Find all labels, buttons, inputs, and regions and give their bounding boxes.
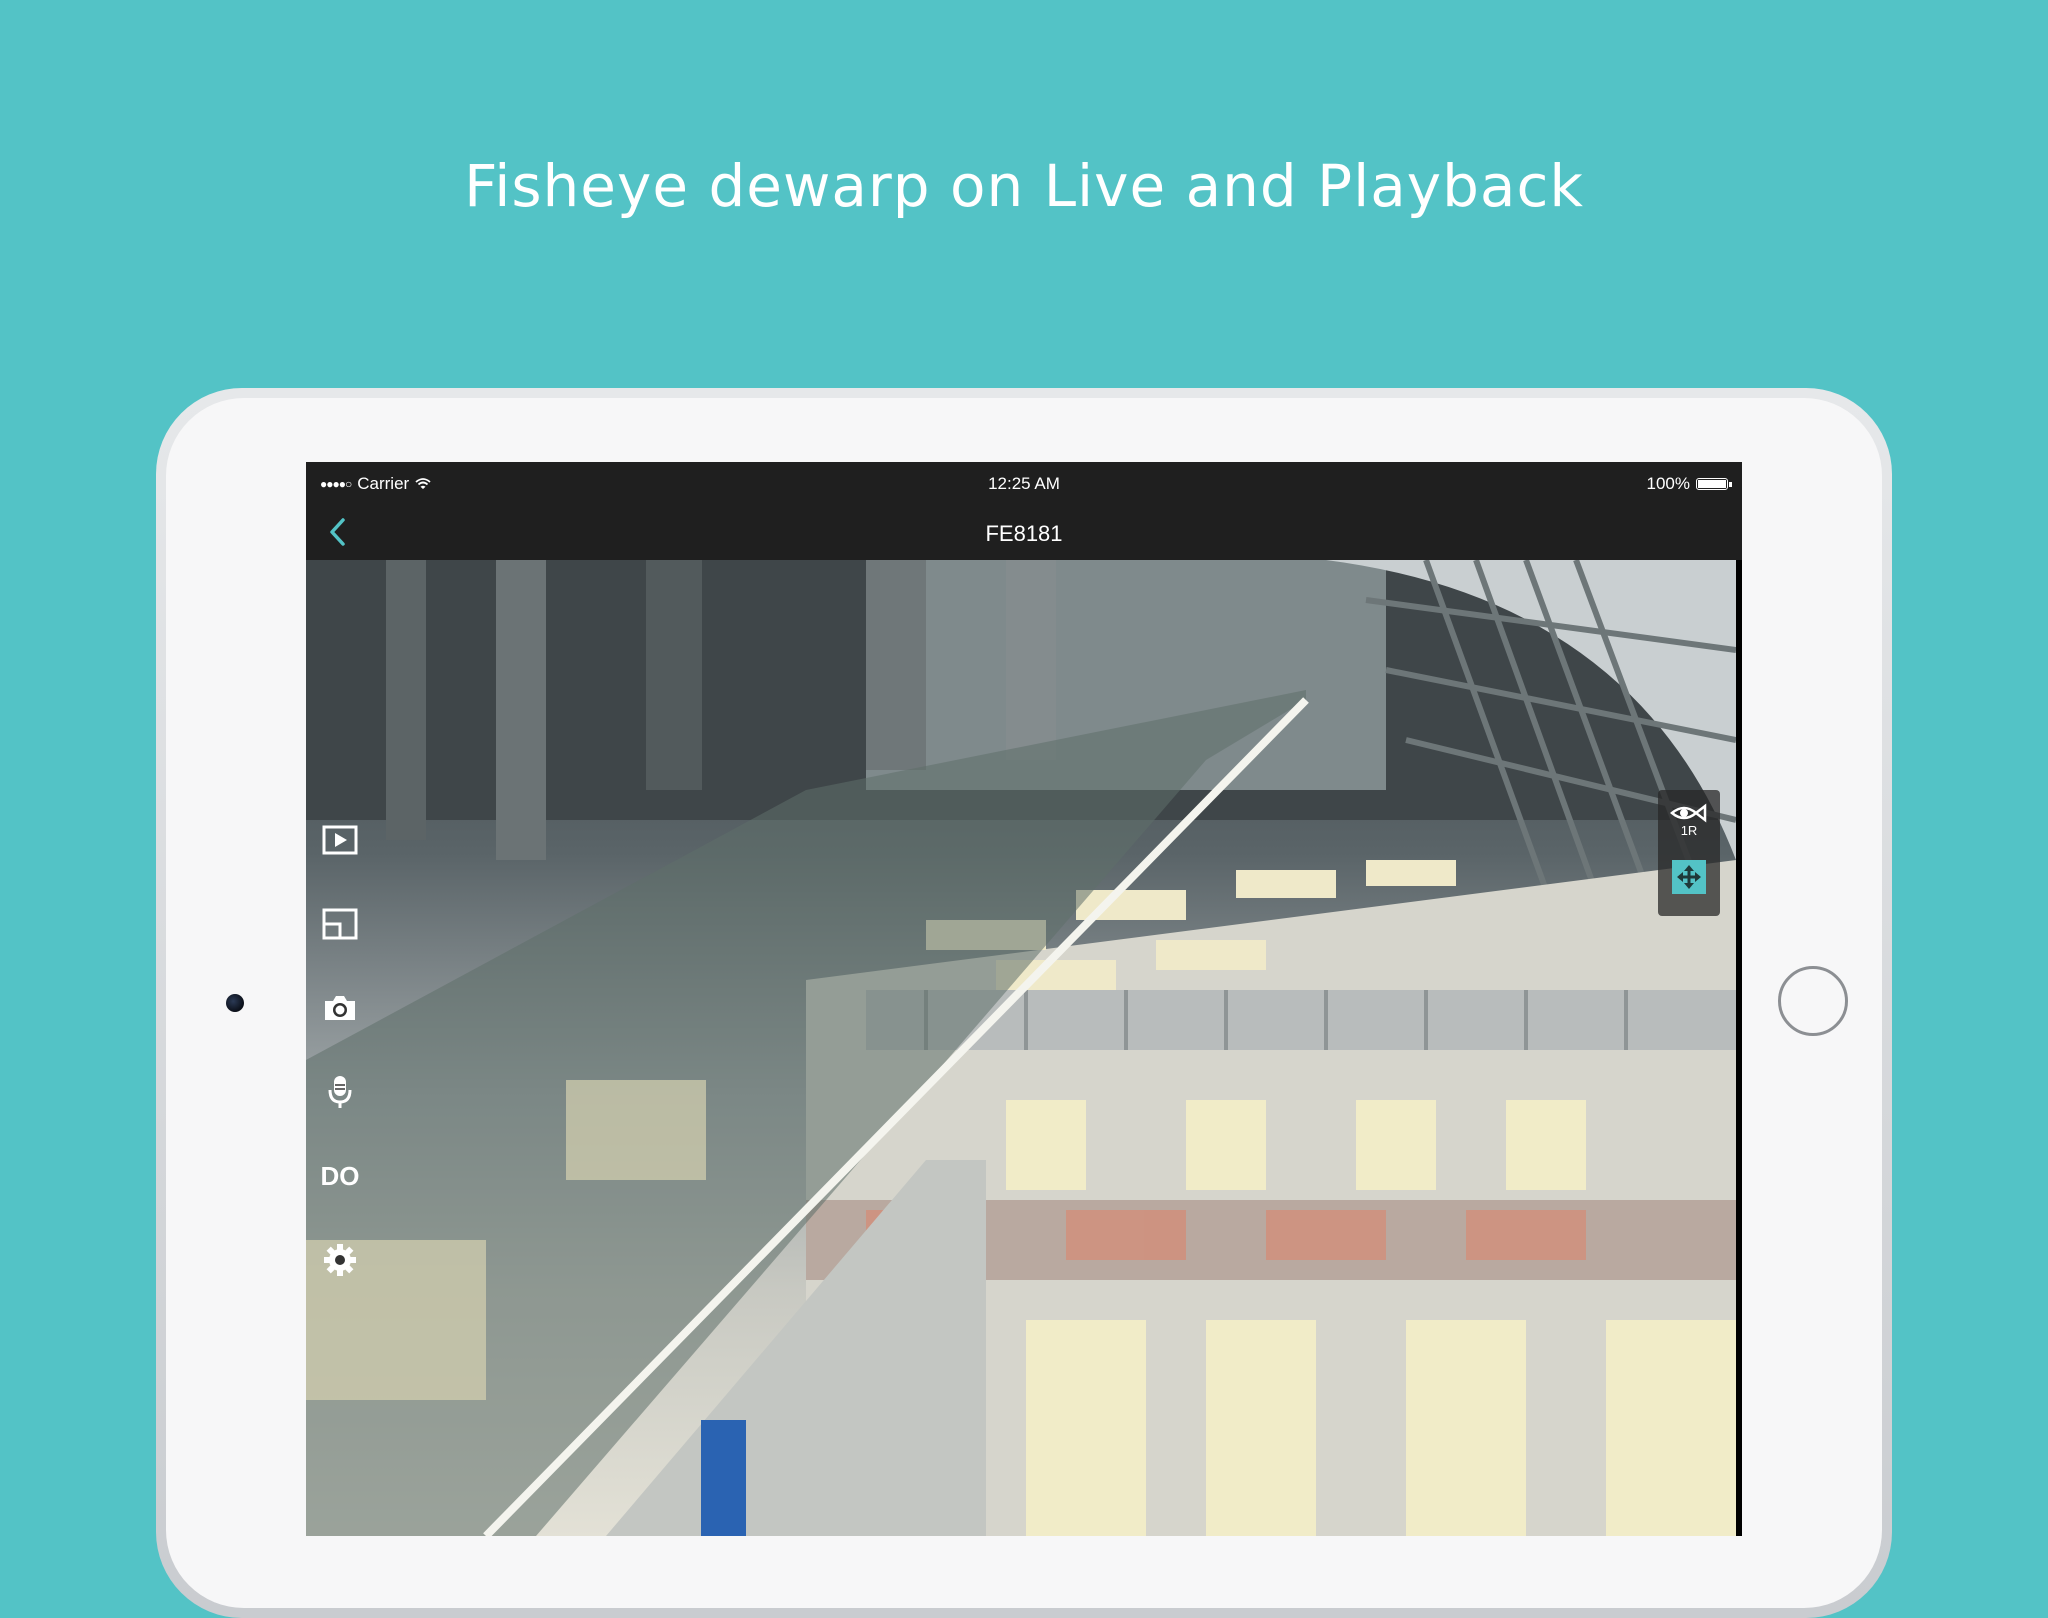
fisheye-mode-button[interactable]: 1R <box>1658 790 1720 850</box>
microphone-icon <box>328 1076 352 1108</box>
gear-icon <box>324 1244 356 1276</box>
ptz-move-button[interactable] <box>1672 860 1706 894</box>
fisheye-mode-label: 1R <box>1680 822 1698 838</box>
live-video-view[interactable]: DO 1R <box>306 560 1736 1536</box>
playback-button[interactable] <box>318 818 362 862</box>
snapshot-button[interactable] <box>318 986 362 1030</box>
snapshot-camera-icon <box>325 996 355 1020</box>
fisheye-eye-icon <box>1670 802 1707 823</box>
status-bar: ●●●●○ Carrier 12:25 AM 100% <box>306 462 1742 504</box>
home-button[interactable] <box>1778 966 1848 1036</box>
device-screen: ●●●●○ Carrier 12:25 AM 100% FE8181 DO 1R <box>306 462 1742 1536</box>
settings-button[interactable] <box>318 1238 362 1282</box>
left-toolbar: DO <box>306 560 376 1536</box>
battery-percent: 100% <box>1646 474 1690 493</box>
camera-title: FE8181 <box>985 521 1063 546</box>
status-time: 12:25 AM <box>988 474 1060 493</box>
battery-icon <box>1696 478 1732 490</box>
layout-button[interactable] <box>318 902 362 946</box>
headline: Fisheye dewarp on Live and Playback <box>464 152 1584 220</box>
digital-output-button[interactable]: DO <box>318 1154 362 1198</box>
talk-button[interactable] <box>318 1070 362 1114</box>
move-arrows-icon <box>1677 865 1701 889</box>
playback-icon <box>322 825 358 855</box>
do-label: DO <box>320 1160 360 1191</box>
camera-feed-image <box>306 560 1736 1536</box>
front-camera <box>226 994 244 1012</box>
navigation-bar: FE8181 <box>306 504 1742 560</box>
layout-icon <box>322 908 358 940</box>
fisheye-control-panel: 1R <box>1658 790 1720 916</box>
status-right: 100% <box>1646 474 1732 494</box>
